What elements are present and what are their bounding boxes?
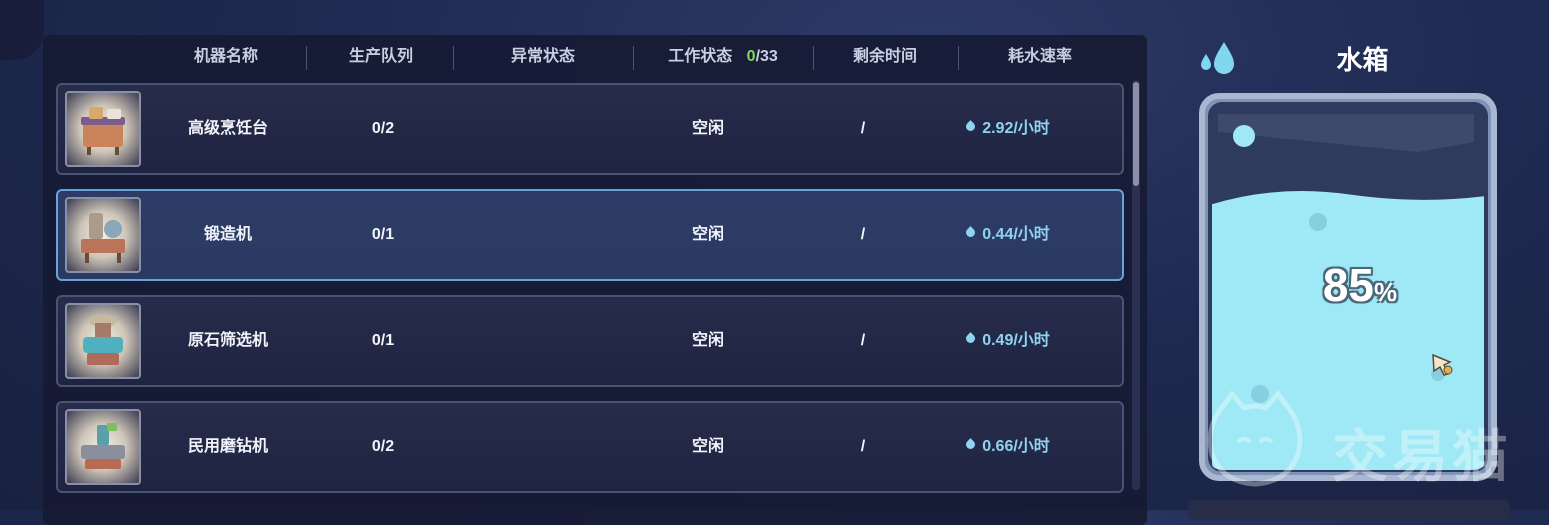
header-remaining-time[interactable]: 剩余时间 [830,35,940,79]
water-drop-icon [964,438,978,452]
table-row[interactable]: 民用磨钻机 0/2 空闲 / 0.66/小时 [56,401,1124,493]
remaining-time: / [860,226,866,243]
remaining-time: / [860,438,866,455]
work-count-current: 0 [746,48,756,65]
abnormal-status [490,85,600,173]
watermark: 交易猫 [1200,390,1530,490]
header-divider [958,46,959,70]
machine-name: 民用磨钻机 [187,438,268,455]
header-work-status[interactable]: 工作状态 0/33 [643,35,803,79]
work-status: 空闲 [691,226,724,243]
table-row[interactable]: 锻造机 0/1 空闲 / 0.44/小时 [56,189,1124,281]
cursor-icon [1430,352,1456,378]
work-status: 空闲 [691,120,724,137]
water-drop-icon [964,120,978,134]
header-divider [306,46,307,70]
header-divider [813,46,814,70]
water-drop-icon [1198,40,1242,76]
production-queue: 0/1 [371,226,395,243]
water-drop-icon [964,226,978,240]
cat-logo-icon [1207,390,1303,487]
percent-sign: % [1374,277,1398,307]
machine-list-panel: 机器名称 生产队列 异常状态 工作状态 0/33 剩余时间 耗水速率 高级烹饪台 [43,35,1147,525]
production-queue: 0/2 [371,438,395,455]
header-work-status-label: 工作状态 [668,48,733,65]
scroll-thumb[interactable] [1133,82,1139,186]
table-row[interactable]: 原石筛选机 0/1 空闲 / 0.49/小时 [56,295,1124,387]
header-divider [453,46,454,70]
machine-thumbnail [65,91,141,167]
header-water-rate[interactable]: 耗水速率 [985,35,1095,79]
water-drop-icon [964,332,978,346]
abnormal-status [490,191,600,279]
production-queue: 0/1 [371,332,395,349]
machine-name: 高级烹饪台 [187,120,268,137]
water-rate-value: 0.44/小时 [982,226,1050,243]
watermark-text: 交易猫 [1332,425,1512,488]
water-tank-title: 水箱 [1336,45,1389,75]
work-status: 空闲 [691,438,724,455]
water-rate: 0.49/小时 [953,297,1063,385]
machine-name: 锻造机 [203,226,252,243]
abnormal-status [490,403,600,491]
table-header: 机器名称 生产队列 异常状态 工作状态 0/33 剩余时间 耗水速率 [43,35,1147,79]
table-row[interactable]: 高级烹饪台 0/2 空闲 / 2.92/小时 [56,83,1124,175]
work-count-total: /33 [755,48,778,65]
top-left-corner-decoration [0,0,44,60]
machine-thumbnail [65,409,141,485]
water-level-percent: 85% [1290,258,1430,312]
machine-thumbnail [65,197,141,273]
water-level-value: 85 [1322,259,1375,311]
remaining-time: / [860,332,866,349]
header-machine-name[interactable]: 机器名称 [171,35,281,79]
machine-thumbnail [65,303,141,379]
water-rate-value: 2.92/小时 [982,120,1050,137]
bottom-panel-edge [1188,500,1510,520]
remaining-time: / [860,120,866,137]
header-divider [633,46,634,70]
abnormal-status [490,297,600,385]
production-queue: 0/2 [371,120,395,137]
machine-name: 原石筛选机 [187,332,268,349]
water-rate: 0.66/小时 [953,403,1063,491]
work-status: 空闲 [691,332,724,349]
water-rate: 2.92/小时 [953,85,1063,173]
header-abnormal-status[interactable]: 异常状态 [488,35,598,79]
water-rate-value: 0.66/小时 [982,438,1050,455]
water-rate-value: 0.49/小时 [982,332,1050,349]
water-rate: 0.44/小时 [953,191,1063,279]
work-count: 0/33 [747,48,778,65]
header-production-queue[interactable]: 生产队列 [326,35,436,79]
